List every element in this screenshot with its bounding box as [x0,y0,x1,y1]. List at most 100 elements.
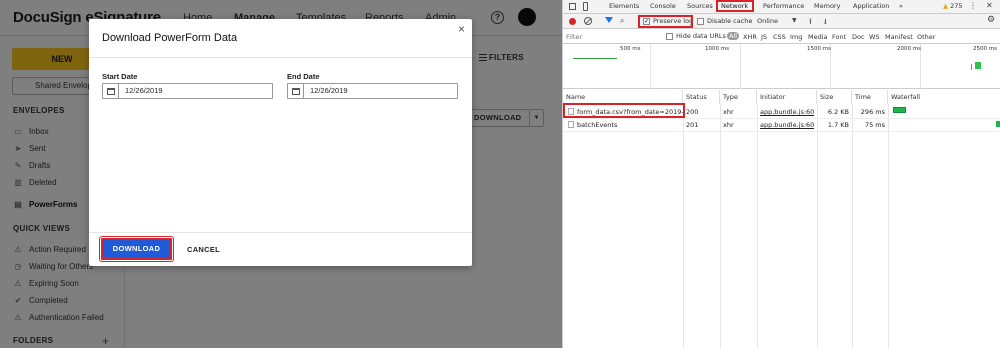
tick-label: 1000 ms [705,46,729,52]
disable-cache-checkbox[interactable]: Disable cache [697,17,752,25]
warnings-count[interactable]: ▲ 275 [943,2,963,10]
dialog-cancel-button[interactable]: CANCEL [187,245,220,254]
column-divider [852,104,853,348]
waterfall-bar [893,107,906,113]
tab-elements[interactable]: Elements [609,2,639,10]
type-filter-all[interactable]: All [727,32,740,40]
row-divider [563,131,1000,132]
docusign-app: DocuSign eSignature Home Manage Template… [0,0,562,348]
type-filter-ws[interactable]: WS [869,33,880,41]
dialog-title: Download PowerForm Data [102,32,238,44]
request-initiator[interactable]: app.bundle.js:60 [757,108,814,116]
column-divider [720,104,721,348]
checkbox-unchecked[interactable] [666,32,673,40]
search-icon[interactable]: ⌕ [620,16,624,26]
type-filter-js[interactable]: JS [761,33,767,41]
inspect-element-icon[interactable] [569,3,576,10]
divider [89,232,472,233]
column-divider [683,104,684,348]
column-time[interactable]: Time [852,90,888,104]
tick-label: 1500 ms [807,46,831,52]
initiator-link[interactable]: app.bundle.js:60 [760,121,814,129]
column-size[interactable]: Size [817,90,852,104]
calendar-icon[interactable] [288,84,304,98]
type-filter-manifest[interactable]: Manifest [885,33,913,41]
waterfall-bar [996,121,1000,127]
column-status[interactable]: Status [683,90,720,104]
filter-icon[interactable] [605,17,613,23]
type-filter-css[interactable]: CSS [773,33,786,41]
request-time: 75 ms [864,121,885,129]
network-filter-bar: Hide data URLs All XHR JS CSS Img Media … [563,29,1000,44]
tab-console[interactable]: Console [650,2,676,10]
end-date-field[interactable]: 12/26/2019 [287,83,458,99]
type-filter-img[interactable]: Img [790,33,802,41]
column-name[interactable]: Name [563,90,683,104]
network-overview[interactable]: 500 ms 1000 ms 1500 ms 2000 ms 2500 ms [563,44,1000,89]
tab-sources[interactable]: Sources [687,2,713,10]
end-date-label: End Date [287,72,320,81]
type-filter-doc[interactable]: Doc [852,33,865,41]
start-date-label: Start Date [102,72,138,81]
network-requests-table: Name Status Type Initiator Size Time Wat… [563,90,1000,348]
throttling-select[interactable]: Online [757,17,778,25]
tab-application[interactable]: Application [853,2,889,10]
import-har-icon[interactable]: ⭱ [809,16,812,30]
divider [89,57,472,58]
end-date-value: 12/26/2019 [310,86,348,95]
file-icon [568,121,574,128]
device-toolbar-icon[interactable] [583,2,588,11]
clear-icon[interactable] [584,17,592,25]
hide-data-urls-checkbox[interactable]: Hide data URLs [666,32,726,40]
close-icon[interactable]: ✕ [986,1,993,10]
highlight-box [716,0,754,12]
calendar-icon[interactable] [103,84,119,98]
tick-line [740,44,741,89]
table-row[interactable]: batchEvents [565,121,683,129]
tab-performance[interactable]: Performance [763,2,804,10]
initiator-link[interactable]: app.bundle.js:60 [760,108,814,116]
gear-icon[interactable]: ⚙ [987,15,995,25]
start-date-field[interactable]: 12/26/2019 [102,83,273,99]
dialog-download-button[interactable]: DOWNLOAD [99,236,174,262]
start-date-value: 12/26/2019 [125,86,163,95]
devtools-panel: Elements Console Sources Network Perform… [562,0,1000,348]
type-filter-xhr[interactable]: XHR [743,33,757,41]
request-status: 200 [686,108,699,116]
disable-cache-label: Disable cache [707,17,753,25]
tab-memory[interactable]: Memory [814,2,840,10]
checkbox-unchecked[interactable] [697,17,704,25]
type-filter-font[interactable]: Font [832,33,846,41]
download-powerform-dialog: Download PowerForm Data × Start Date 12/… [89,19,472,266]
close-icon[interactable]: × [458,22,465,36]
type-filter-media[interactable]: Media [808,33,828,41]
column-divider [817,104,818,348]
warnings-count-value: 275 [950,2,963,10]
hide-data-urls-label: Hide data URLs [676,32,726,40]
chevron-down-icon[interactable]: ▼ [792,17,797,24]
column-type[interactable]: Type [720,90,757,104]
column-waterfall[interactable]: Waterfall [888,90,1000,104]
warning-icon: ▲ [943,2,948,10]
request-size: 1.7 KB [827,121,849,129]
export-har-icon[interactable]: ⭳ [824,16,827,30]
more-tabs-icon[interactable]: » [899,2,903,10]
overview-bar [573,58,617,59]
more-options-icon[interactable]: ⋮ [969,1,977,10]
record-icon[interactable] [569,18,576,25]
request-time: 296 ms [860,108,885,116]
request-size: 6.2 KB [827,108,849,116]
filter-input[interactable] [566,33,656,41]
request-status: 201 [686,121,699,129]
request-type: xhr [723,108,734,116]
devtools-tab-bar: Elements Console Sources Network Perform… [563,0,1000,14]
tick-line [650,44,651,89]
column-initiator[interactable]: Initiator [757,90,817,104]
highlight-box [638,15,693,28]
table-header: Name Status Type Initiator Size Time Wat… [563,90,1000,104]
row-divider [563,118,1000,119]
request-initiator[interactable]: app.bundle.js:60 [757,121,814,129]
request-name: batchEvents [577,121,618,129]
type-filter-other[interactable]: Other [917,33,935,41]
column-divider [757,104,758,348]
